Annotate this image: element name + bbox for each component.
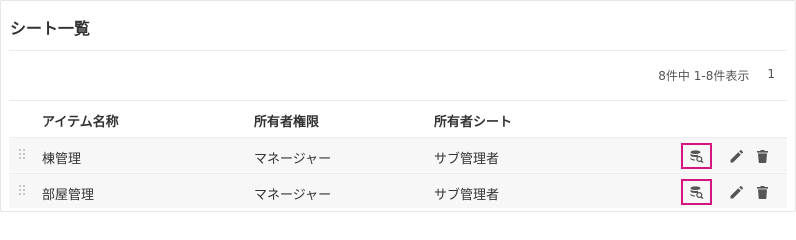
column-header-owner-sheet: 所有者シート	[434, 115, 513, 130]
drag-handle-icon[interactable]	[19, 149, 27, 161]
cell-item-name: 棟管理	[42, 152, 82, 167]
drag-handle-icon[interactable]	[19, 185, 27, 197]
sheet-list-panel: シート一覧 8件中 1-8件表示 1 アイテム名称 所有者権限 所有者シート 棟…	[0, 0, 796, 212]
table-row[interactable]: 棟管理 マネージャー サブ管理者	[9, 137, 787, 172]
edit-button[interactable]	[727, 179, 745, 205]
view-button[interactable]	[681, 179, 712, 205]
pencil-icon	[730, 149, 743, 162]
table-row[interactable]: 部屋管理 マネージャー サブ管理者	[9, 173, 787, 208]
view-button[interactable]	[681, 143, 712, 169]
page-title: シート一覧	[10, 19, 91, 38]
delete-button[interactable]	[753, 143, 771, 169]
database-search-icon	[690, 149, 704, 163]
cell-owner-sheet: サブ管理者	[434, 152, 500, 167]
pencil-icon	[730, 185, 743, 198]
delete-button[interactable]	[753, 179, 771, 205]
title-divider	[9, 50, 787, 51]
pagination-summary: 8件中 1-8件表示	[658, 69, 750, 83]
table-header: アイテム名称 所有者権限 所有者シート	[9, 101, 787, 137]
column-header-owner-permission: 所有者権限	[254, 115, 320, 130]
column-header-item-name: アイテム名称	[42, 115, 119, 130]
row-actions	[681, 179, 771, 205]
trash-icon	[756, 149, 768, 163]
cell-owner-permission: マネージャー	[254, 152, 332, 167]
edit-button[interactable]	[727, 143, 745, 169]
pagination: 8件中 1-8件表示 1	[658, 67, 775, 84]
row-actions	[681, 143, 771, 169]
cell-item-name: 部屋管理	[42, 188, 95, 203]
cell-owner-permission: マネージャー	[254, 188, 332, 203]
database-search-icon	[690, 185, 704, 199]
trash-icon	[756, 185, 768, 199]
pagination-page-1[interactable]: 1	[767, 67, 775, 84]
cell-owner-sheet: サブ管理者	[434, 188, 500, 203]
